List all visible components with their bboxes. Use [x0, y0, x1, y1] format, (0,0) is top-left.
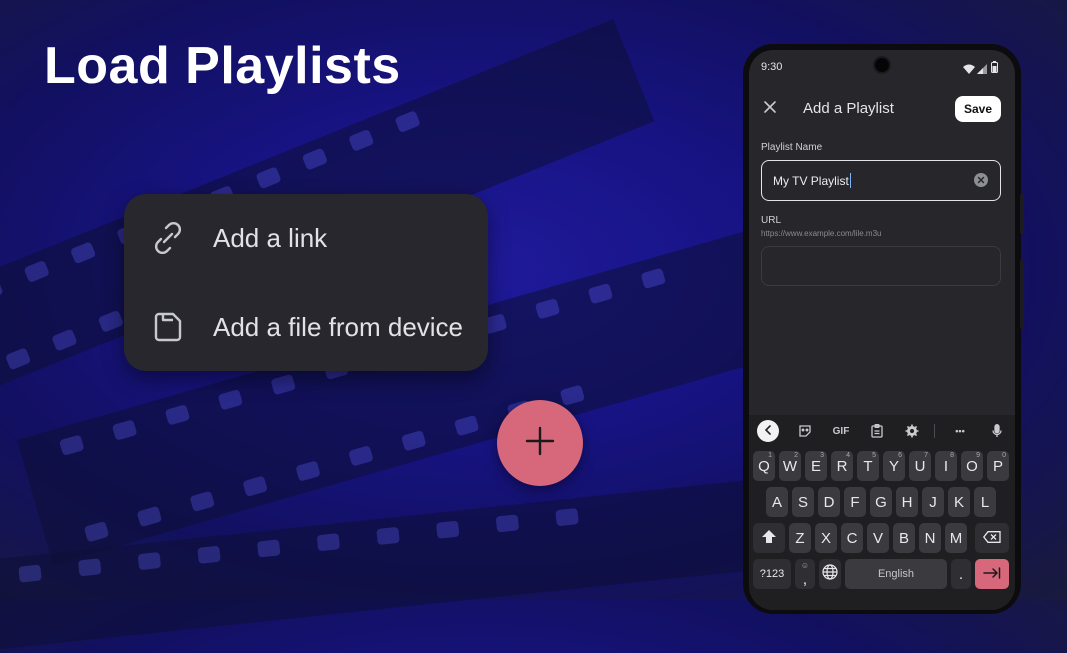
gif-button[interactable]: GIF	[829, 422, 853, 440]
key[interactable]: B	[893, 523, 915, 553]
front-camera	[875, 58, 889, 72]
language-key[interactable]	[819, 559, 841, 589]
status-bar: 9:30	[749, 50, 1015, 84]
toolbar-divider	[934, 424, 935, 438]
key[interactable]: A	[766, 487, 788, 517]
save-button[interactable]: Save	[955, 96, 1001, 122]
text-cursor	[850, 173, 851, 188]
key[interactable]: G	[870, 487, 892, 517]
more-options-button[interactable]: •••	[950, 422, 970, 440]
keyboard-back-button[interactable]	[757, 420, 779, 442]
key[interactable]: P0	[987, 451, 1009, 481]
menu-item-add-file[interactable]: Add a file from device	[124, 283, 488, 371]
power-button	[1020, 194, 1024, 234]
plus-icon	[524, 425, 556, 462]
phone-screen: 9:30 Add a Playlist Save Playlist Name M…	[749, 50, 1015, 610]
page-title: Add a Playlist	[803, 100, 894, 117]
shift-key[interactable]	[753, 523, 785, 553]
status-time: 9:30	[761, 61, 783, 73]
headline: Load Playlists	[44, 37, 401, 95]
wifi-icon	[963, 61, 975, 79]
shift-icon	[762, 529, 776, 547]
menu-item-label: Add a file from device	[213, 311, 464, 342]
key[interactable]: C	[841, 523, 863, 553]
url-field[interactable]	[761, 246, 1001, 286]
key[interactable]: O9	[961, 451, 983, 481]
chevron-left-icon	[764, 422, 772, 440]
key[interactable]: M	[945, 523, 967, 553]
backspace-key[interactable]	[975, 523, 1009, 553]
playlist-name-value: My TV Playlist	[773, 174, 849, 188]
signal-icon	[977, 61, 987, 79]
tab-next-icon	[983, 566, 1001, 583]
phone-mockup: 9:30 Add a Playlist Save Playlist Name M…	[743, 44, 1024, 614]
key[interactable]: V	[867, 523, 889, 553]
space-key[interactable]: English	[845, 559, 947, 589]
url-hint: https://www.example.com/lile.m3u	[761, 229, 882, 238]
playlist-name-label: Playlist Name	[761, 142, 823, 153]
file-icon	[150, 309, 186, 345]
microphone-icon[interactable]	[987, 422, 1007, 440]
battery-icon	[991, 60, 998, 78]
clear-input-icon[interactable]	[974, 173, 988, 187]
key[interactable]: Y6	[883, 451, 905, 481]
globe-icon	[822, 564, 838, 584]
sticker-icon[interactable]	[795, 422, 815, 440]
key[interactable]: U7	[909, 451, 931, 481]
backspace-icon	[982, 530, 1001, 547]
key[interactable]: J	[922, 487, 944, 517]
add-playlist-menu: Add a link Add a file from device	[124, 194, 488, 371]
symbols-key[interactable]: ?123	[753, 559, 791, 589]
key[interactable]: Q1	[753, 451, 775, 481]
emoji-icon: ☺	[800, 561, 809, 570]
playlist-name-field[interactable]: My TV Playlist	[761, 160, 1001, 201]
key[interactable]: R4	[831, 451, 853, 481]
settings-gear-icon[interactable]	[902, 422, 922, 440]
menu-item-label: Add a link	[213, 222, 328, 253]
key[interactable]: F	[844, 487, 866, 517]
period-key[interactable]: .	[951, 559, 971, 589]
key[interactable]: H	[896, 487, 918, 517]
key[interactable]: S	[792, 487, 814, 517]
key[interactable]: W2	[779, 451, 801, 481]
volume-button	[1020, 259, 1024, 329]
key[interactable]: L	[974, 487, 996, 517]
key[interactable]: D	[818, 487, 840, 517]
key[interactable]: Z	[789, 523, 811, 553]
key[interactable]: E3	[805, 451, 827, 481]
clipboard-icon[interactable]	[867, 422, 887, 440]
key[interactable]: T5	[857, 451, 879, 481]
key[interactable]: N	[919, 523, 941, 553]
link-icon	[150, 220, 186, 256]
menu-item-add-link[interactable]: Add a link	[124, 194, 488, 282]
keyboard-toolbar: GIF •••	[749, 415, 1015, 447]
key[interactable]: K	[948, 487, 970, 517]
key[interactable]: X	[815, 523, 837, 553]
url-label: URL	[761, 215, 782, 226]
comma-key[interactable]: , ☺	[795, 559, 815, 589]
key[interactable]: I8	[935, 451, 957, 481]
add-fab-button[interactable]	[497, 400, 583, 486]
enter-key[interactable]	[975, 559, 1009, 589]
on-screen-keyboard: GIF ••• Q1 W2 E3 R4 T5 Y6 U 7 I 8 O 9 P …	[749, 415, 1015, 610]
close-icon[interactable]	[763, 100, 777, 119]
